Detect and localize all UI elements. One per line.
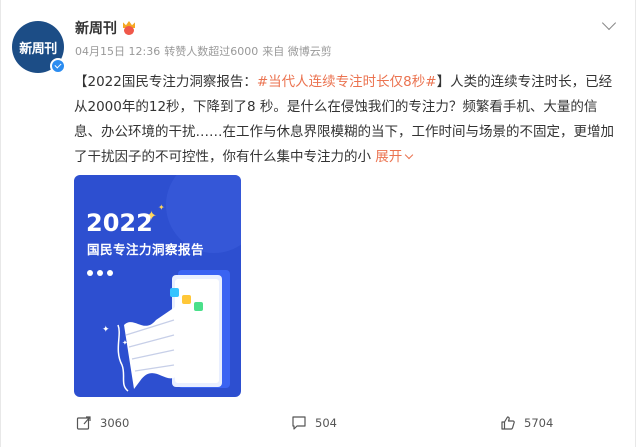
like-count: 5704 (524, 416, 554, 430)
app-tile-green (194, 302, 203, 311)
verified-icon (50, 58, 66, 74)
expand-button[interactable]: 展开 (375, 149, 414, 165)
app-tile-yellow (182, 295, 191, 304)
post-date[interactable]: 04月15日 12:36 (75, 43, 160, 59)
sparkle-icon: ✦ (102, 325, 110, 335)
frame-left-border (0, 0, 1, 447)
post-meta: 04月15日 12:36 转赞人数超过6000 来自 微博云剪 (75, 43, 332, 59)
paper-scroll (124, 305, 178, 389)
like-button[interactable]: 5704 (500, 415, 553, 431)
app-tile-blue (170, 288, 179, 297)
action-bar: 3060 504 5704 (0, 415, 636, 439)
card-year: 2022 (86, 209, 153, 237)
card-title: 国民专注力洞察报告 (87, 242, 205, 257)
repost-like-summary: 转赞人数超过6000 (164, 45, 259, 58)
author-name[interactable]: 新周刊 (75, 18, 117, 38)
author-row: 新周刊 (75, 18, 137, 38)
member-badge-icon[interactable] (121, 21, 137, 35)
post-source: 来自 微博云剪 (262, 45, 332, 58)
post-image-card[interactable]: ✦ ✦ ✦ ✦ 2022 国民专注力洞察报告 (74, 175, 241, 397)
repost-icon (76, 416, 91, 430)
repost-button[interactable]: 3060 (76, 415, 129, 431)
comment-button[interactable]: 504 (291, 415, 337, 431)
card-dots (87, 270, 113, 276)
content-prefix: 【2022国民专注力洞察报告： (74, 74, 257, 90)
chevron-down-icon (405, 150, 414, 160)
hashtag-link[interactable]: #当代人连续专注时长仅8秒# (257, 74, 437, 90)
comment-icon (292, 416, 306, 430)
comment-count: 504 (315, 416, 337, 430)
expand-label: 展开 (375, 149, 403, 165)
post-content: 【2022国民专注力洞察报告：#当代人连续专注时长仅8秒#】人类的连续专注时长，… (74, 70, 619, 170)
sparkle-icon: ✦ (122, 339, 128, 347)
chevron-down-icon[interactable] (601, 15, 617, 31)
repost-count: 3060 (100, 416, 130, 430)
sparkle-icon: ✦ (158, 203, 165, 212)
thumbs-up-icon (501, 416, 515, 430)
avatar-logo-text: 新周刊 (19, 41, 57, 57)
